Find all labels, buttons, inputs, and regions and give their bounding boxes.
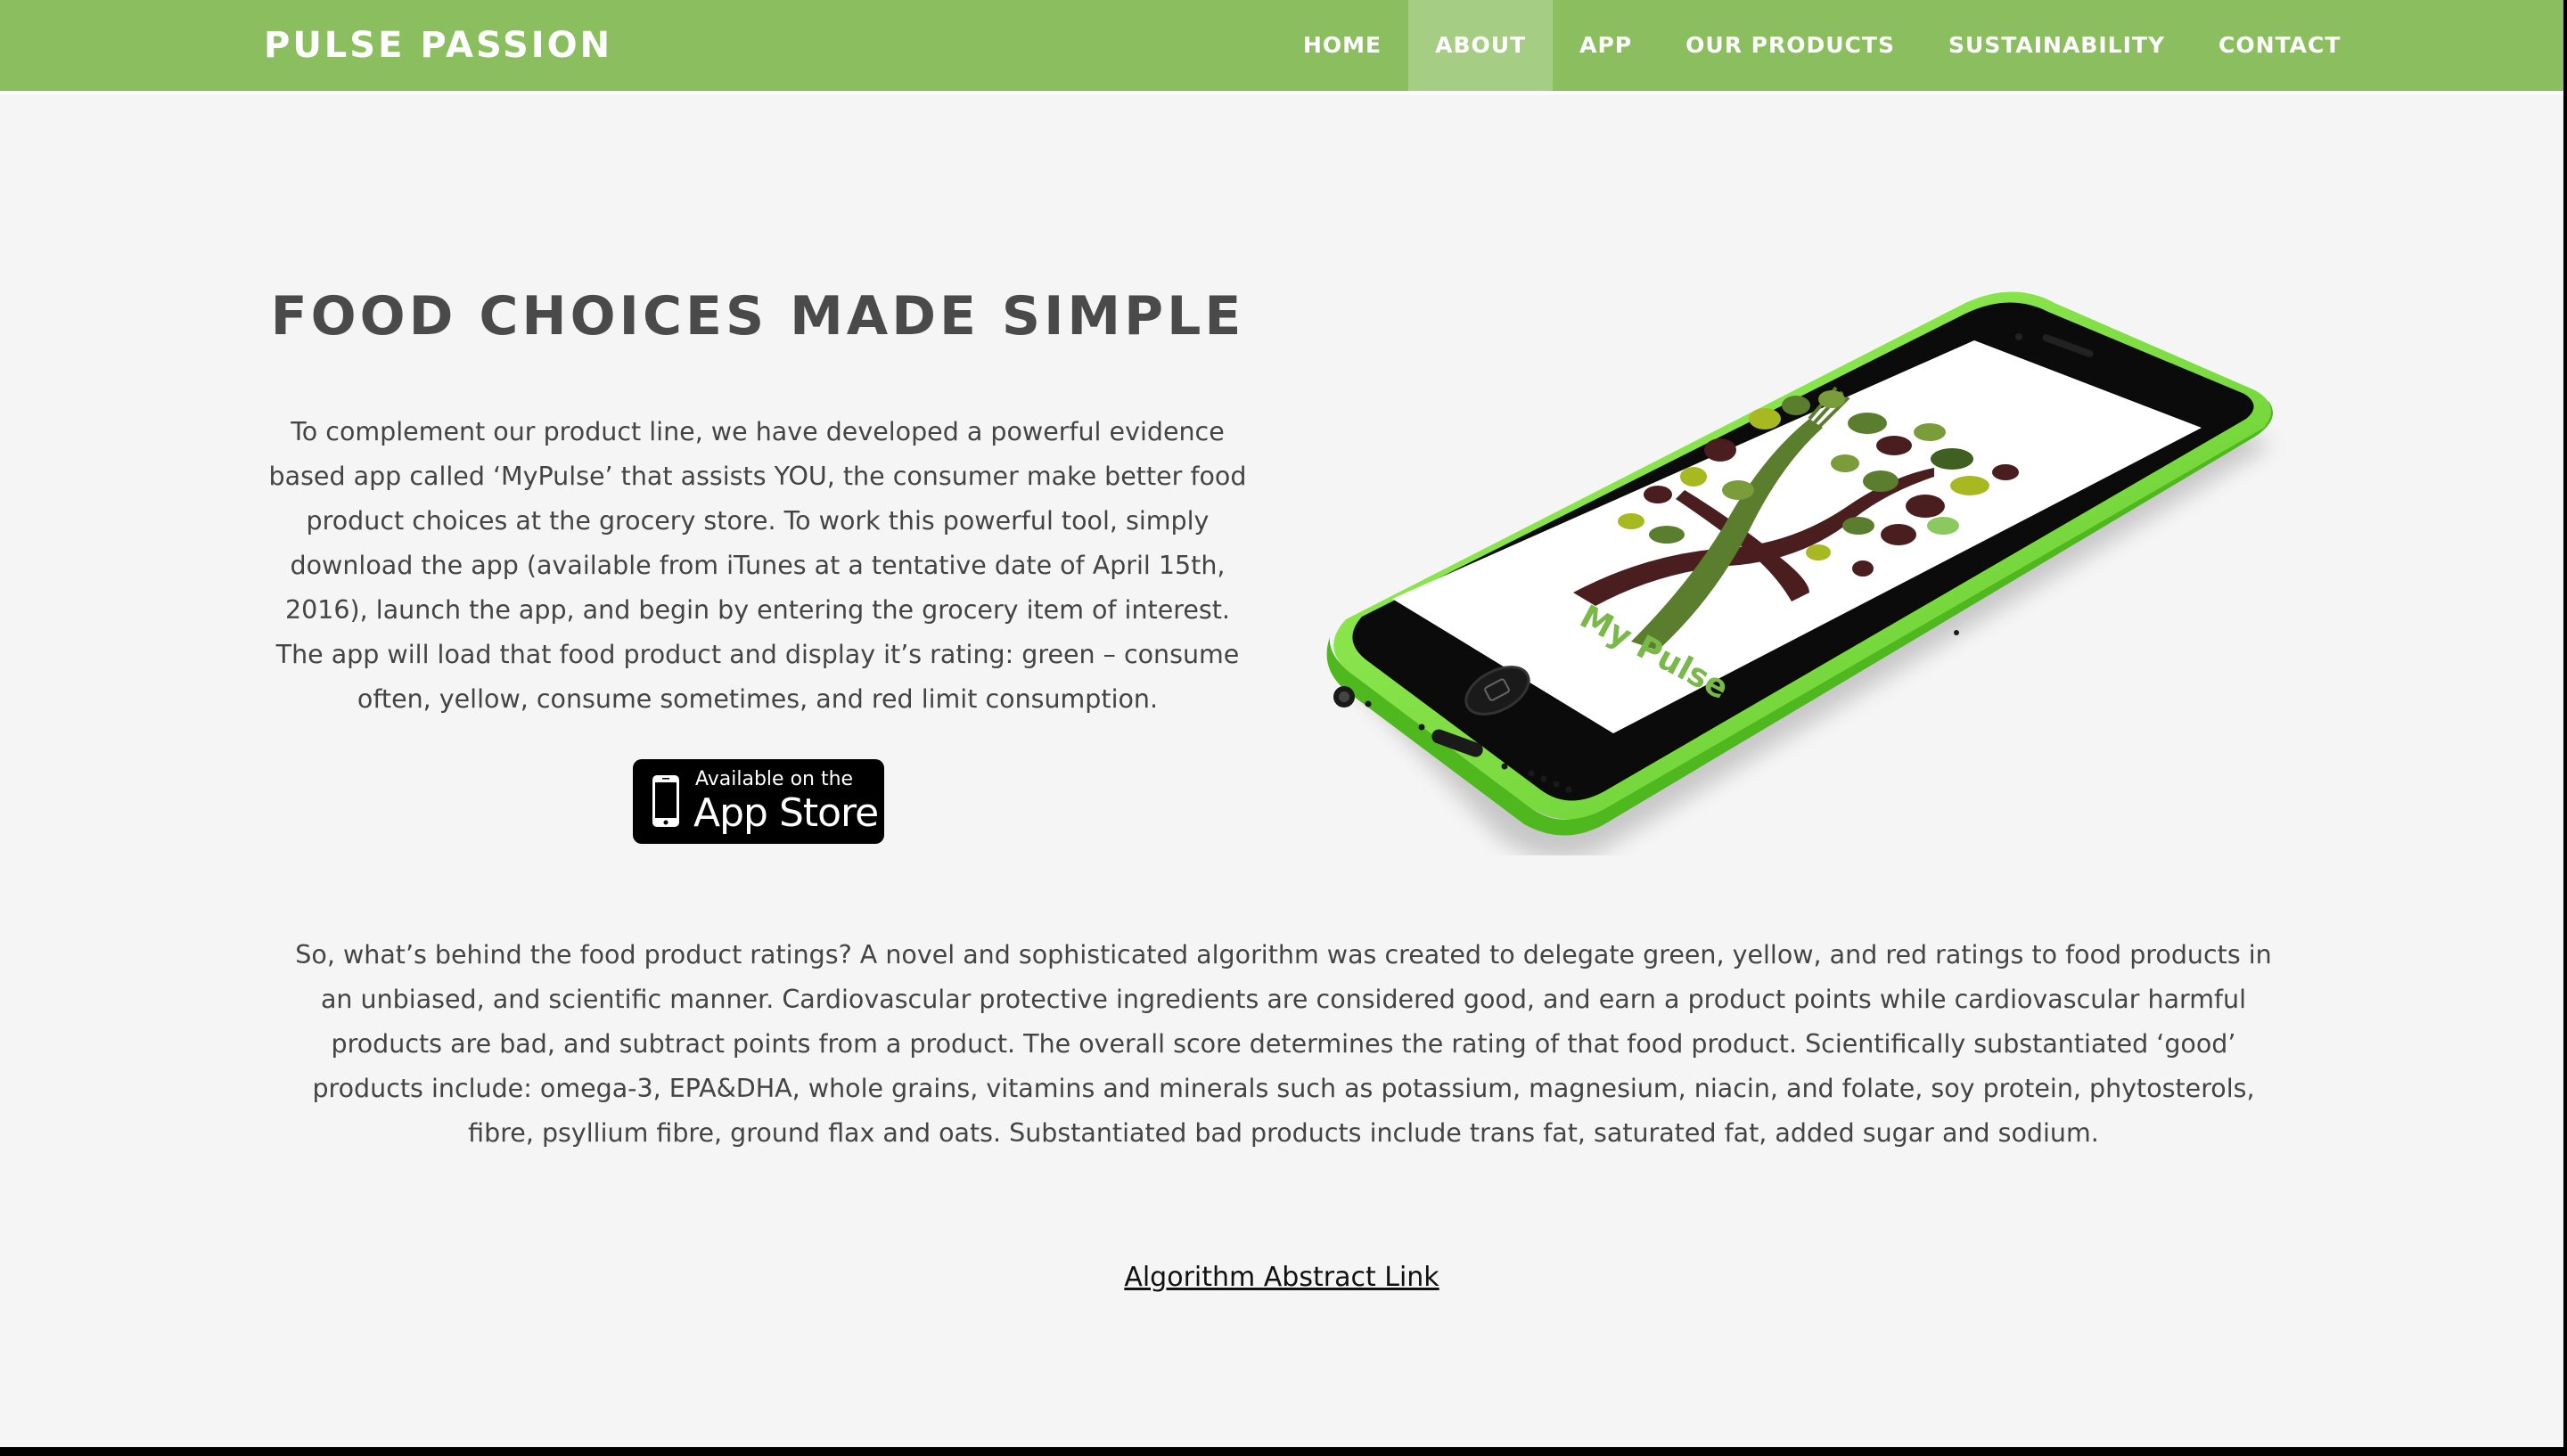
algorithm-link-container: Algorithm Abstract Link [0,1262,2563,1293]
nav-item-sustainability[interactable]: SUSTAINABILITY [1922,0,2192,91]
nav-item-our-products[interactable]: OUR PRODUCTS [1659,0,1922,91]
navbar: PULSE PASSION HOME ABOUT APP OUR PRODUCT… [0,0,2563,94]
algorithm-abstract-link[interactable]: Algorithm Abstract Link [1124,1262,1439,1293]
badge-small-text: Available on the [695,768,854,790]
badge-big-text: App Store [693,790,879,836]
page: PULSE PASSION HOME ABOUT APP OUR PRODUCT… [0,0,2563,1447]
nav-menu: HOME ABOUT APP OUR PRODUCTS SUSTAINABILI… [1276,0,2367,91]
mypulse-phone-image: My Pulse [1326,291,2273,855]
algorithm-paragraph: So, what’s behind the food product ratin… [295,940,2272,1148]
brand-logo[interactable]: PULSE PASSION [264,0,612,91]
hero-paragraph: To complement our product line, we have … [268,417,1247,714]
iphone-icon [652,775,679,827]
app-store-button[interactable]: Available on the App Store [633,759,884,844]
hero-title: FOOD CHOICES MADE SIMPLE [270,285,1245,348]
nav-item-home[interactable]: HOME [1276,0,1408,91]
nav-item-contact[interactable]: CONTACT [2192,0,2367,91]
nav-item-app[interactable]: APP [1553,0,1659,91]
nav-item-about[interactable]: ABOUT [1408,0,1554,91]
